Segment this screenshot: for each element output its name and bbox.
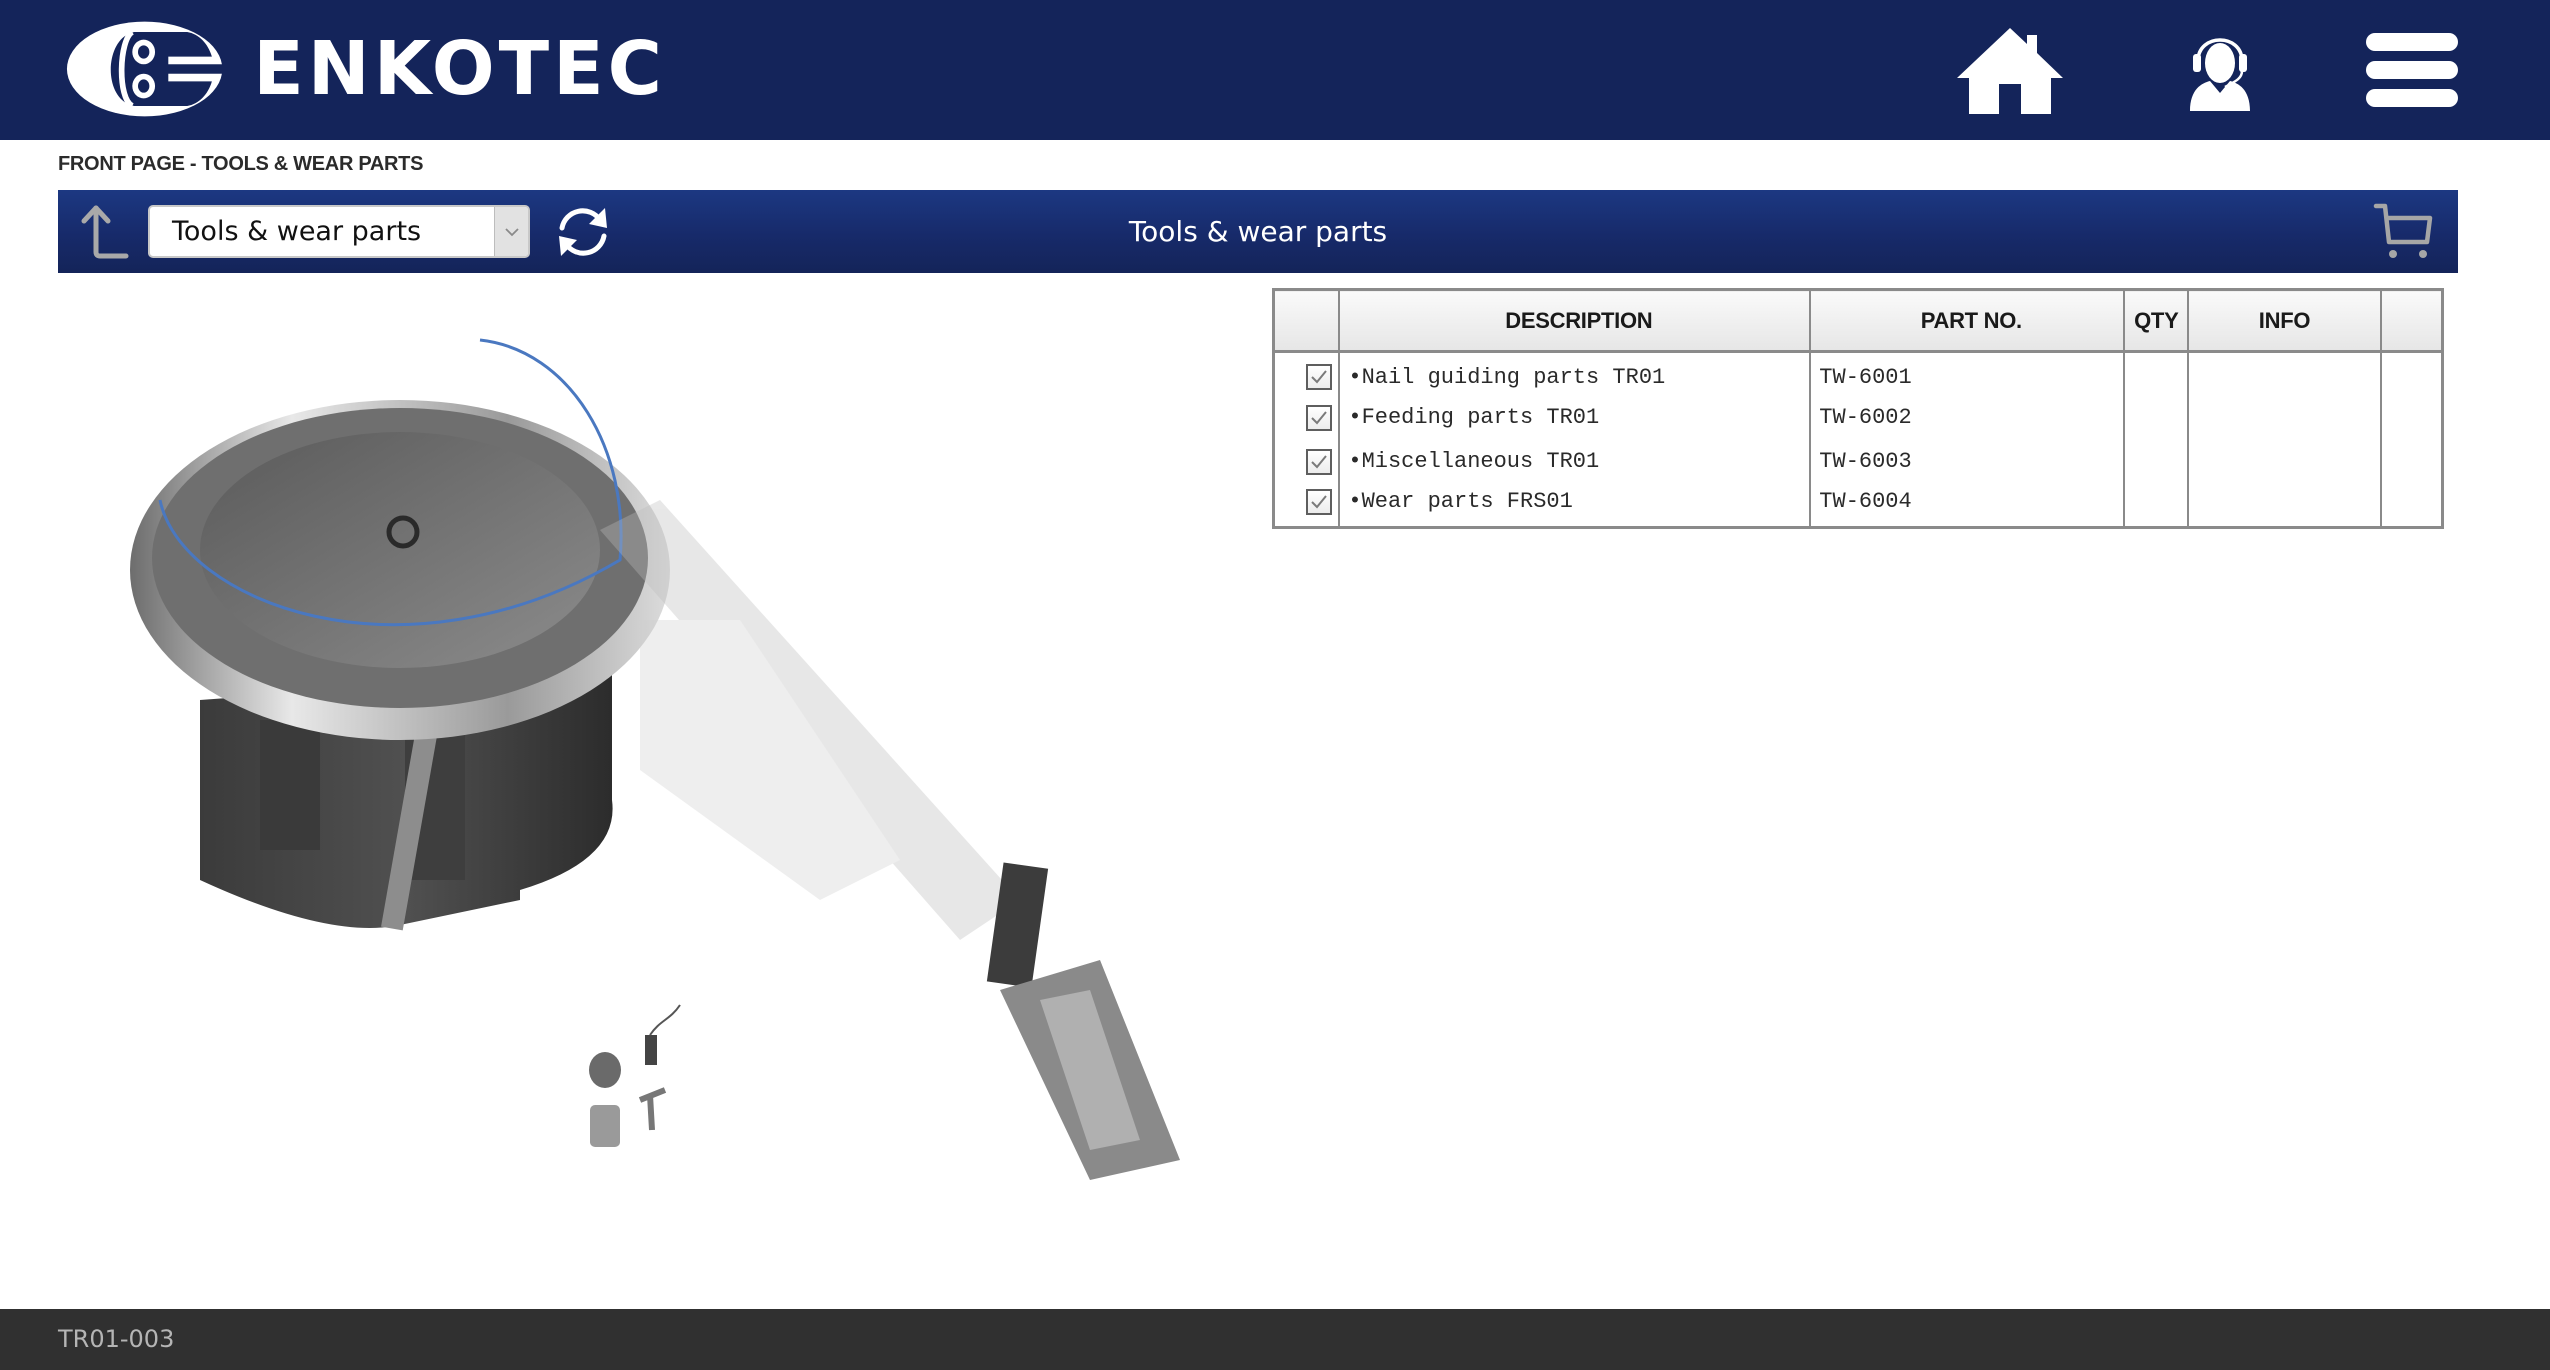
loose-parts [589,1004,681,1147]
enkotec-logo-icon [66,21,224,117]
refresh-button[interactable] [553,202,613,262]
table-row[interactable]: •Wear parts FRS01 TW-6004 [1272,483,2444,528]
footer-bar: TR01-003 [0,1309,2550,1370]
brand-name: ENKOTEC [253,26,666,112]
shopping-cart-icon [2373,203,2433,258]
brand-logo[interactable]: ENKOTEC [66,17,666,121]
row-checkbox[interactable] [1306,488,1333,515]
menu-button[interactable] [2362,24,2462,116]
linear-feed-rail [600,500,1020,940]
qty-cell[interactable] [2123,395,2190,440]
section-toolbar: Tools & wear parts Tools & wear parts [58,190,2458,273]
row-select-cell [1272,395,1341,440]
arrow-up-back-icon [81,205,129,259]
checkmark-icon [1311,454,1328,468]
hamburger-menu-icon [2366,33,2458,107]
cart-button[interactable] [2373,200,2435,262]
support-button[interactable] [2170,24,2270,116]
part-no-cell: TW-6003 [1809,439,2126,484]
row-select-cell [1272,483,1341,528]
part-no-cell: TW-6002 [1809,395,2126,440]
column-header-select [1272,289,1341,353]
parts-table: DESCRIPTION PART NO. QTY INFO •Nail guid… [1272,288,2444,529]
table-header-row: DESCRIPTION PART NO. QTY INFO [1272,289,2444,353]
row-checkbox[interactable] [1306,448,1333,475]
home-icon [1956,28,2063,114]
support-headset-icon [2190,38,2250,111]
qty-cell[interactable] [2123,483,2190,528]
row-checkbox[interactable] [1306,364,1333,391]
column-header-extra [2379,289,2444,353]
drawing-code: TR01-003 [58,1325,175,1353]
row-checkbox[interactable] [1306,404,1333,431]
checkmark-icon [1311,410,1328,424]
part-no-cell: TW-6001 [1809,351,2126,396]
machine-illustration[interactable] [100,300,1220,1200]
feeder-bowl [130,338,670,740]
home-button[interactable] [1952,24,2067,116]
qty-cell[interactable] [2123,351,2190,396]
app-root: ENKOTEC FRONT PAGE - TOOLS & WEAR PARTS … [0,0,2550,1370]
back-up-button[interactable] [80,204,130,260]
column-header-description[interactable]: DESCRIPTION [1338,289,1812,353]
chevron-down-icon [504,227,519,236]
column-header-info[interactable]: INFO [2187,289,2382,353]
extra-cell [2379,439,2444,484]
extra-cell [2379,395,2444,440]
info-cell [2187,439,2382,484]
table-row[interactable]: •Miscellaneous TR01 TW-6003 [1272,439,2444,484]
description-cell[interactable]: •Feeding parts TR01 [1338,395,1812,440]
info-cell [2187,483,2382,528]
qty-cell[interactable] [2123,439,2190,484]
nailing-unit [986,862,1180,1180]
column-header-part-no[interactable]: PART NO. [1809,289,2126,353]
refresh-icon [559,208,607,256]
dropdown-toggle[interactable] [494,207,528,256]
column-header-qty[interactable]: QTY [2123,289,2190,353]
description-cell[interactable]: •Wear parts FRS01 [1338,483,1812,528]
checkmark-icon [1311,495,1328,509]
info-cell [2187,395,2382,440]
row-select-cell [1272,439,1341,484]
table-row[interactable]: •Nail guiding parts TR01 TW-6001 [1272,351,2444,396]
top-header: ENKOTEC [0,0,2550,140]
table-row[interactable]: •Feeding parts TR01 TW-6002 [1272,395,2444,440]
section-select[interactable]: Tools & wear parts [148,205,530,258]
description-cell[interactable]: •Nail guiding parts TR01 [1338,351,1812,396]
part-no-cell: TW-6004 [1809,483,2126,528]
description-cell[interactable]: •Miscellaneous TR01 [1338,439,1812,484]
breadcrumb[interactable]: FRONT PAGE - TOOLS & WEAR PARTS [58,153,423,176]
extra-cell [2379,351,2444,396]
row-select-cell [1272,351,1341,396]
checkmark-icon [1311,370,1328,384]
section-select-value: Tools & wear parts [172,216,422,247]
info-cell [2187,351,2382,396]
extra-cell [2379,483,2444,528]
